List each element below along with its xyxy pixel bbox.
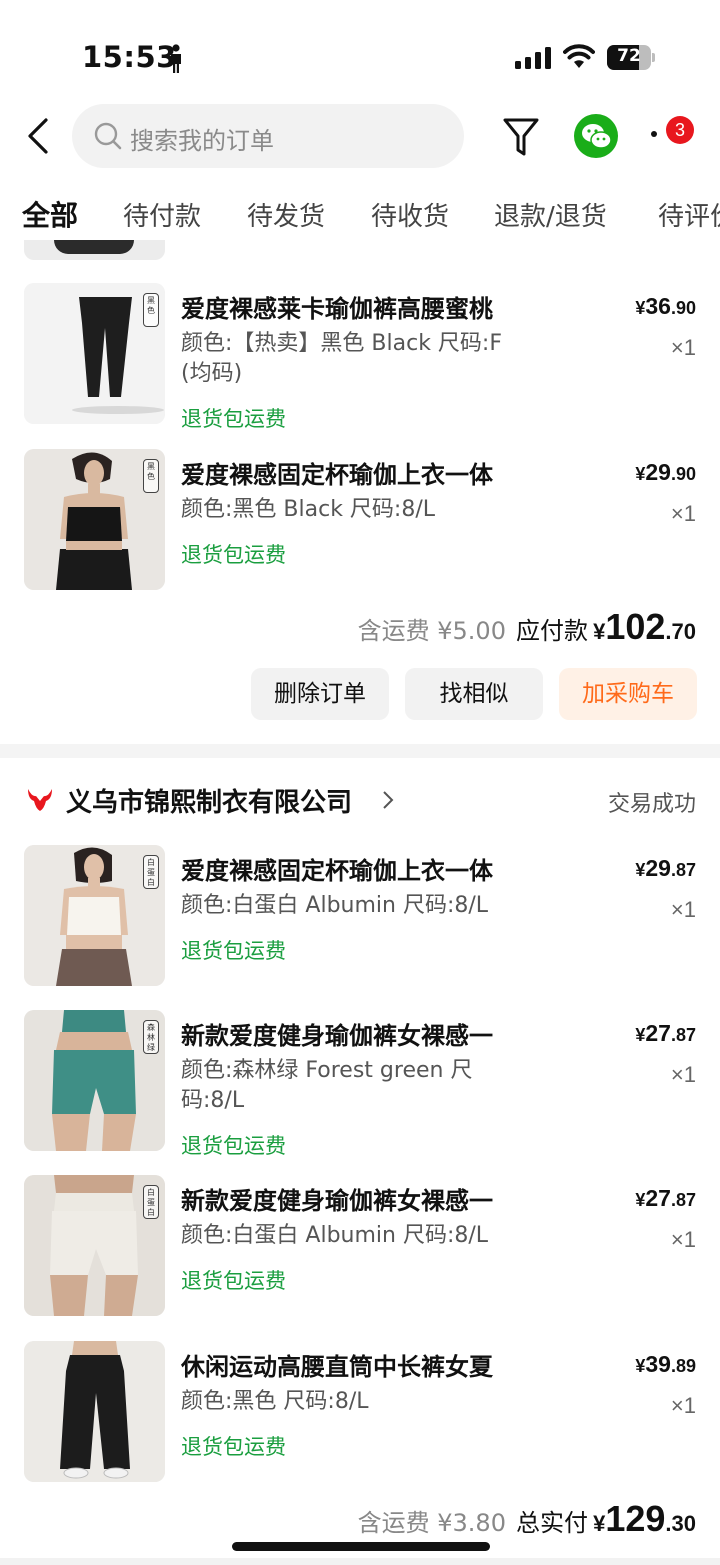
status-bar: 15:53 72 <box>0 0 720 100</box>
product-price: ¥27.87 <box>635 1020 696 1046</box>
order-total: ¥129.30 <box>593 1498 696 1539</box>
color-tag: 森林绿 <box>143 1020 159 1054</box>
total-label: 应付款 <box>515 617 588 645</box>
product-spec: 颜色:白蛋白 Albumin 尺码:8/L <box>181 893 489 918</box>
product-title: 爱度裸感莱卡瑜伽裤高腰蜜桃 <box>181 295 493 323</box>
product-image[interactable]: 黑色 <box>24 283 165 424</box>
order-status: 交易成功 <box>607 792 696 817</box>
shop-logo-icon <box>28 789 52 811</box>
product-quantity: ×1 <box>670 1227 696 1252</box>
color-tag: 黑色 <box>143 293 159 327</box>
product-spec: 颜色:白蛋白 Albumin 尺码:8/L <box>181 1223 489 1248</box>
product-spec: 颜色:黑色 尺码:8/L <box>181 1389 369 1414</box>
product-quantity: ×1 <box>670 1393 696 1418</box>
product-spec: 颜色:森林绿 Forest green 尺码:8/L <box>181 1058 473 1113</box>
color-tag: 黑色 <box>143 459 159 493</box>
order-summary: 含运费 ¥3.80 总实付 ¥129.30 <box>358 1498 696 1540</box>
product-quantity: ×1 <box>670 1062 696 1087</box>
search-icon <box>94 122 122 150</box>
product-title: 新款爱度健身瑜伽裤女裸感一 <box>181 1187 493 1215</box>
tab-all[interactable]: 全部 <box>22 194 78 234</box>
color-tag: 白蛋白 <box>143 1185 159 1219</box>
order-tabs: 全部 待付款 待发货 待收货 退款/退货 待评价 <box>0 192 720 240</box>
notification-badge: 3 <box>666 116 694 144</box>
product-title: 爱度裸感固定杯瑜伽上衣一体 <box>181 461 493 489</box>
product-image[interactable]: 黑色 <box>24 449 165 590</box>
tab-pending-receipt[interactable]: 待收货 <box>371 196 449 233</box>
wechat-icon[interactable] <box>574 114 618 158</box>
product-quantity: ×1 <box>670 501 696 526</box>
product-price: ¥36.90 <box>635 293 696 319</box>
product-price: ¥29.87 <box>635 855 696 881</box>
free-return-tag: 退货包运费 <box>181 1269 286 1293</box>
product-image[interactable]: 白蛋白 <box>24 1175 165 1316</box>
product-title: 新款爱度健身瑜伽裤女裸感一 <box>181 1022 493 1050</box>
free-return-tag: 退货包运费 <box>181 543 286 567</box>
product-price: ¥27.87 <box>635 1185 696 1211</box>
product-image[interactable]: 白蛋白 <box>24 845 165 986</box>
shipping-fee: 含运费 ¥3.80 <box>357 1509 506 1537</box>
tab-pending-payment[interactable]: 待付款 <box>123 196 201 233</box>
free-return-tag: 退货包运费 <box>181 939 286 963</box>
tab-pending-shipment[interactable]: 待发货 <box>247 196 325 233</box>
chevron-right-icon[interactable] <box>382 790 394 810</box>
color-tag: 白蛋白 <box>143 855 159 889</box>
product-spec: 颜色:【热卖】黑色 Black 尺码:F (均码) <box>181 331 502 386</box>
tab-refund[interactable]: 退款/退货 <box>494 196 607 233</box>
search-input[interactable]: 搜索我的订单 <box>72 104 464 168</box>
battery-icon: 72 <box>607 45 655 70</box>
status-time: 15:53 <box>82 40 177 74</box>
product-quantity: ×1 <box>670 897 696 922</box>
wifi-icon <box>563 44 595 68</box>
product-image[interactable] <box>24 1341 165 1482</box>
product-title: 休闲运动高腰直筒中长裤女夏 <box>181 1353 493 1381</box>
button-row-peek <box>0 1558 720 1565</box>
person-icon <box>171 44 181 73</box>
product-spec: 颜色:黑色 Black 尺码:8/L <box>181 497 435 522</box>
signal-icon <box>515 47 551 69</box>
shop-name[interactable]: 义乌市锦熙制衣有限公司 <box>66 782 352 819</box>
find-similar-button[interactable]: 找相似 <box>405 668 543 720</box>
search-placeholder: 搜索我的订单 <box>130 127 274 155</box>
battery-level: 72 <box>617 46 641 66</box>
filter-icon[interactable] <box>502 116 540 158</box>
total-label: 总实付 <box>515 1509 588 1537</box>
back-icon[interactable] <box>24 117 52 155</box>
product-price: ¥39.89 <box>635 1351 696 1377</box>
order-divider <box>0 744 720 758</box>
product-image[interactable] <box>24 240 165 260</box>
add-to-cart-button[interactable]: 加采购车 <box>559 668 697 720</box>
product-image[interactable]: 森林绿 <box>24 1010 165 1151</box>
delete-order-button[interactable]: 删除订单 <box>251 668 389 720</box>
product-title: 爱度裸感固定杯瑜伽上衣一体 <box>181 857 493 885</box>
shop-header[interactable]: 义乌市锦熙制衣有限公司 交易成功 <box>0 778 720 822</box>
order-total: ¥102.70 <box>593 606 696 647</box>
more-icon[interactable] <box>646 128 657 138</box>
shipping-fee: 含运费 ¥5.00 <box>357 617 506 645</box>
free-return-tag: 退货包运费 <box>181 1134 286 1158</box>
product-quantity: ×1 <box>670 335 696 360</box>
tab-pending-review[interactable]: 待评价 <box>658 196 720 233</box>
free-return-tag: 退货包运费 <box>181 1435 286 1459</box>
home-indicator[interactable] <box>232 1542 490 1551</box>
free-return-tag: 退货包运费 <box>181 407 286 431</box>
order-summary: 含运费 ¥5.00 应付款 ¥102.70 <box>358 606 696 648</box>
product-price: ¥29.90 <box>635 459 696 485</box>
